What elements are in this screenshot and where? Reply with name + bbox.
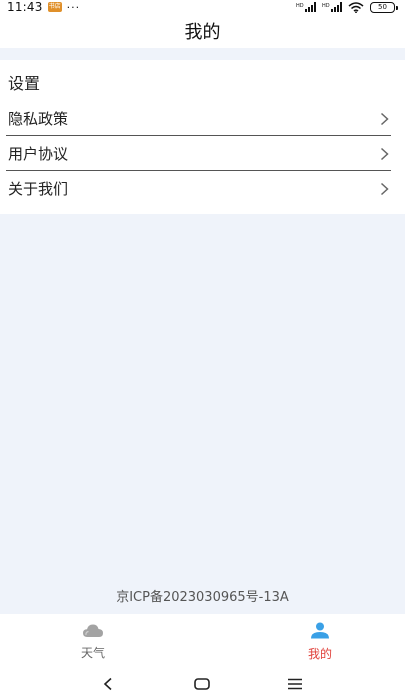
chevron-right-icon xyxy=(380,112,389,125)
back-icon xyxy=(103,677,112,690)
icp-license-text: 京ICP备2023030965号-13A xyxy=(116,590,289,605)
system-nav-bar xyxy=(0,668,405,699)
about-us-item[interactable]: 关于我们 xyxy=(0,171,405,206)
screen: 11:43 书店 ··· HD HD 50 我的 设置 隐私政策 用户协议 关于… xyxy=(0,0,405,699)
menu-icon xyxy=(288,678,302,689)
tab-mine[interactable]: 我的 xyxy=(285,614,355,668)
user-agreement-label: 用户协议 xyxy=(8,145,69,163)
chevron-right-icon xyxy=(380,147,389,160)
chevron-right-icon xyxy=(380,182,389,195)
bottom-tab-bar: 天气 我的 xyxy=(0,614,405,668)
tab-mine-label: 我的 xyxy=(307,647,332,661)
back-button[interactable] xyxy=(98,674,118,694)
signal-hd-icon: HD xyxy=(296,2,316,12)
privacy-policy-label: 隐私政策 xyxy=(8,110,69,128)
status-time: 11:43 xyxy=(7,0,43,14)
svg-text:HD: HD xyxy=(296,3,304,9)
tab-weather[interactable]: 天气 xyxy=(58,614,128,668)
status-left: 11:43 书店 ··· xyxy=(7,0,80,14)
home-button[interactable] xyxy=(192,674,212,694)
more-notifications-indicator: ··· xyxy=(66,0,81,14)
app-notification-badge: 书店 xyxy=(47,2,62,12)
status-bar: 11:43 书店 ··· HD HD 50 xyxy=(0,0,405,14)
wifi-icon xyxy=(348,1,364,13)
user-agreement-item[interactable]: 用户协议 xyxy=(0,136,405,171)
privacy-policy-item[interactable]: 隐私政策 xyxy=(0,101,405,136)
settings-section-title: 设置 xyxy=(8,74,41,93)
battery-level: 50 xyxy=(378,3,387,11)
menu-button[interactable] xyxy=(285,674,305,694)
settings-card: 设置 隐私政策 用户协议 关于我们 xyxy=(0,60,405,214)
about-us-label: 关于我们 xyxy=(8,180,69,198)
battery-icon: 50 xyxy=(370,1,398,13)
svg-text:HD: HD xyxy=(322,3,330,9)
home-icon xyxy=(193,677,210,690)
user-icon xyxy=(311,622,329,639)
page-header: 我的 xyxy=(0,14,405,48)
status-right: HD HD 50 xyxy=(296,1,398,13)
page-title: 我的 xyxy=(184,22,221,43)
tab-weather-label: 天气 xyxy=(80,646,105,660)
signal-hd-icon-2: HD xyxy=(322,2,342,12)
cloud-icon xyxy=(83,624,103,637)
